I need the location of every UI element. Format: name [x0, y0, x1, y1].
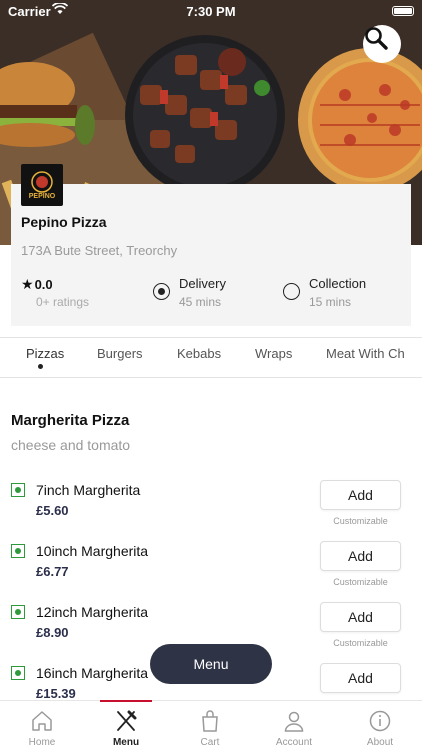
svg-text:PEPINO: PEPINO [29, 193, 56, 200]
delivery-option[interactable]: Delivery 45 mins [153, 276, 263, 316]
nav-account[interactable]: Account [252, 701, 336, 750]
menu-item: 10inch Margherita £6.77 Add Customizable [0, 541, 422, 602]
star-icon: ★ [21, 276, 34, 292]
item-name: 10inch Margherita [36, 543, 149, 559]
status-time: 7:30 PM [186, 4, 236, 19]
tab-burgers[interactable]: Burgers [97, 346, 143, 361]
tab-wraps[interactable]: Wraps [255, 346, 292, 361]
add-button[interactable]: Add [320, 602, 401, 632]
nav-menu[interactable]: Menu [84, 700, 168, 750]
rating-value: ★0.0 [21, 276, 53, 292]
veg-icon [11, 666, 25, 680]
collection-time: 15 mins [309, 295, 352, 309]
radio-selected-icon[interactable] [153, 283, 170, 300]
veg-icon [11, 544, 25, 558]
nav-cart-label: Cart [200, 737, 220, 748]
utensils-icon [117, 710, 137, 731]
item-name: 16inch Margherita [36, 665, 149, 681]
add-button[interactable]: Add [320, 480, 401, 510]
battery-icon [392, 6, 414, 16]
search-icon [365, 27, 388, 50]
customizable-label: Customizable [333, 516, 388, 526]
active-nav-indicator [100, 700, 152, 702]
menu-fab-button[interactable]: Menu [150, 644, 272, 684]
home-icon [32, 711, 52, 731]
nav-about[interactable]: About [338, 701, 422, 750]
item-price: £8.90 [36, 625, 69, 640]
item-name: 12inch Margherita [36, 604, 149, 620]
delivery-label: Delivery [179, 276, 226, 291]
tab-meat-with-chips[interactable]: Meat With Ch [326, 346, 405, 361]
item-price: £6.77 [36, 564, 69, 579]
tab-pizzas[interactable]: Pizzas [26, 346, 64, 361]
user-icon [284, 711, 304, 732]
nav-about-label: About [366, 737, 394, 748]
rating-count: 0+ ratings [36, 295, 90, 309]
add-button[interactable]: Add [320, 663, 401, 693]
nav-home[interactable]: Home [0, 701, 84, 750]
search-button[interactable] [363, 25, 401, 63]
add-button[interactable]: Add [320, 541, 401, 571]
nav-home-label: Home [28, 737, 56, 748]
customizable-label: Customizable [333, 638, 388, 648]
customizable-label: Customizable [333, 577, 388, 587]
nav-account-label: Account [275, 737, 313, 748]
active-tab-indicator [38, 364, 43, 369]
bag-icon [202, 710, 218, 732]
status-bar: Carrier 7:30 PM [0, 0, 422, 22]
collection-label: Collection [309, 276, 367, 291]
delivery-time: 45 mins [179, 295, 222, 309]
restaurant-logo: PEPINO [21, 164, 63, 206]
category-tabs: Pizzas Burgers Kebabs Wraps Meat With Ch [0, 337, 422, 378]
radio-unselected-icon[interactable] [283, 283, 300, 300]
menu-item: 7inch Margherita £5.60 Add Customizable [0, 480, 422, 541]
item-price: £15.39 [36, 686, 76, 700]
restaurant-name: Pepino Pizza [21, 214, 107, 230]
restaurant-address: 173A Bute Street, Treorchy [21, 243, 178, 258]
item-price: £5.60 [36, 503, 69, 518]
restaurant-info-card: PEPINO Pepino Pizza 173A Bute Street, Tr… [11, 164, 411, 326]
bottom-nav: Home Menu Cart Account About [0, 700, 422, 750]
veg-icon [11, 483, 25, 497]
veg-icon [11, 605, 25, 619]
nav-cart[interactable]: Cart [168, 701, 252, 750]
category-title: Margherita Pizza [11, 412, 130, 429]
category-description: cheese and tomato [11, 437, 131, 453]
info-icon [369, 710, 391, 732]
nav-menu-label: Menu [112, 737, 140, 748]
collection-option[interactable]: Collection 15 mins [283, 276, 403, 316]
tab-kebabs[interactable]: Kebabs [177, 346, 221, 361]
item-name: 7inch Margherita [36, 482, 141, 498]
